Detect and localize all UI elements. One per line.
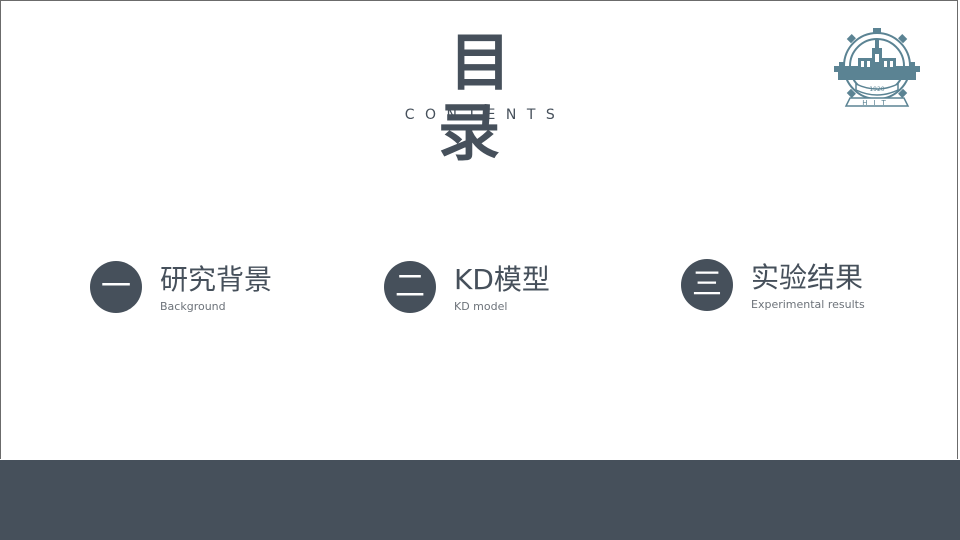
section-number-badge: 二 [384,261,436,313]
section-number-badge: 一 [90,261,142,313]
footer-band [0,460,960,540]
section-number-badge: 三 [681,259,733,311]
section-title: KD模型 [454,263,550,296]
page-subtitle: CONTENTS [404,107,566,123]
emblem-letters: HIT [862,99,892,107]
section-subtitle: Experimental results [751,298,865,311]
section-title: 实验结果 [751,261,864,294]
emblem-year: 1920 [869,86,884,93]
hit-university-emblem-icon: 1920 HIT [828,26,926,110]
section-subtitle: KD model [454,300,508,313]
section-title: 研究背景 [160,263,273,296]
section-subtitle: Background [160,300,226,313]
page-title: 目 录 [437,26,533,169]
